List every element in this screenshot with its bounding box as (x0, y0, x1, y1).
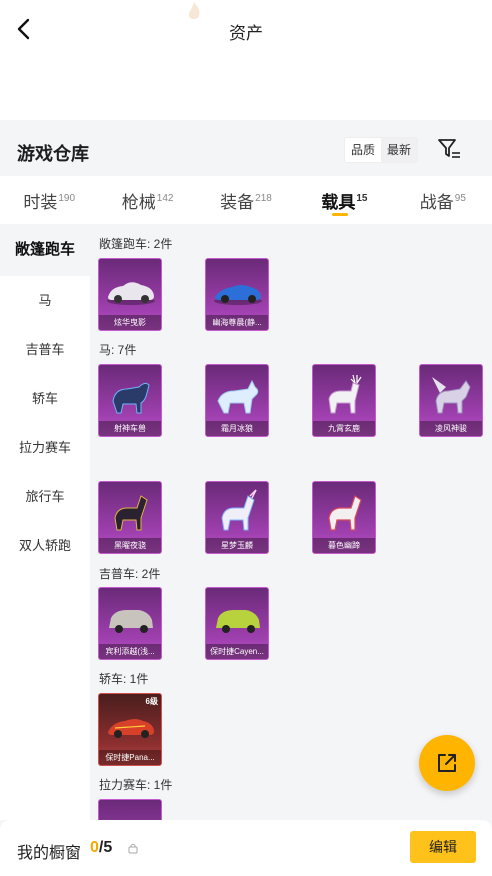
group-label-jeep: 吉普车: 2件 (99, 567, 161, 581)
sidebar-item-convertible[interactable]: 敞篷跑车 (0, 224, 90, 276)
item-card[interactable] (98, 799, 162, 820)
filter-icon (438, 139, 460, 158)
sidebar-item-horse[interactable]: 马 (0, 276, 90, 325)
car-blue-icon (214, 285, 262, 305)
item-card[interactable]: 九霄玄鹿 (312, 364, 376, 437)
sort-toggle: 品质 最新 (344, 137, 419, 163)
tab-count: 95 (454, 193, 466, 204)
sidebar-item-station-wagon[interactable]: 旅行车 (0, 472, 90, 521)
item-card[interactable]: 霜月冰狼 (205, 364, 269, 437)
unicorn-icon (221, 489, 257, 531)
tab-fashion[interactable]: 时装190 (0, 176, 98, 224)
tab-equipment[interactable]: 装备218 (197, 176, 295, 224)
item-name: 黑曜夜骁 (99, 538, 161, 553)
showcase-total: /5 (98, 839, 113, 856)
item-name: 暮色幽蹄 (313, 538, 375, 553)
tab-label: 战备 (419, 193, 454, 212)
item-card[interactable]: 暮色幽蹄 (312, 481, 376, 554)
suv-icon (109, 610, 153, 633)
item-name: 保时捷Pana... (99, 750, 161, 765)
beast-icon (112, 382, 150, 414)
tab-vehicles[interactable]: 载具15 (295, 176, 393, 224)
warehouse-title: 游戏仓库 (17, 144, 89, 164)
sort-quality-button[interactable]: 品质 (345, 138, 381, 162)
tab-count: 142 (156, 193, 174, 204)
group-label-convertible: 敞篷跑车: 2件 (99, 237, 173, 251)
tab-firearms[interactable]: 枪械142 (98, 176, 196, 224)
sidebar-item-coupe[interactable]: 双人轿跑 (0, 521, 90, 570)
item-name: 炫华曳影 (99, 315, 161, 330)
item-name: 霜月冰狼 (206, 421, 268, 436)
suv-icon (216, 610, 260, 633)
share-button[interactable] (419, 735, 475, 791)
lock-icon (128, 843, 138, 854)
pegasus-icon (432, 377, 471, 414)
item-card[interactable]: 保时捷Cayen... (205, 587, 269, 660)
deer-icon (328, 374, 362, 414)
item-name: 幽海尊晨(静... (206, 315, 268, 330)
group-label-rally-car: 拉力赛车: 1件 (99, 778, 173, 792)
sidebar-item-jeep[interactable]: 吉普车 (0, 325, 90, 374)
tab-label: 装备 (220, 193, 255, 212)
group-label-horse: 马: 7件 (99, 343, 137, 357)
item-card[interactable]: 射神车兽 (98, 364, 162, 437)
filter-button[interactable] (436, 136, 462, 162)
tab-label: 载具 (321, 193, 356, 212)
sidebar-item-rally-car[interactable]: 拉力赛车 (0, 423, 90, 472)
showcase-current: 0 (90, 839, 99, 856)
horse-icon (114, 495, 148, 531)
warehouse-header: 游戏仓库 (0, 120, 492, 176)
tab-label: 时装 (23, 193, 58, 212)
item-card[interactable]: 炫华曳影 (98, 258, 162, 331)
item-card[interactable]: 宾利添越(浅... (98, 587, 162, 660)
level-badge: 6级 (145, 697, 158, 706)
item-name: 九霄玄鹿 (313, 421, 375, 436)
sort-newest-button[interactable]: 最新 (381, 138, 418, 162)
tab-count: 190 (58, 193, 76, 204)
group-label-sedan: 轿车: 1件 (99, 672, 149, 686)
item-card[interactable]: 6级 保时捷Pana... (98, 693, 162, 766)
item-card[interactable]: 黑曜夜骁 (98, 481, 162, 554)
showcase-count: 0/5 (90, 839, 112, 857)
car-red-icon (108, 719, 154, 738)
tab-combat-supplies[interactable]: 战备95 (394, 176, 492, 224)
showcase-label: 我的橱窗 (17, 845, 82, 862)
tab-count: 218 (255, 193, 272, 204)
item-name: 射神车兽 (99, 421, 161, 436)
vehicle-grid: 敞篷跑车: 2件 炫华曳影 幽海尊晨(静... 马: 7件 射神车兽 霜月冰狼 … (90, 224, 492, 820)
item-name: 凌风神骏 (420, 421, 482, 436)
horse-icon (328, 495, 362, 531)
item-name: 宾利添越(浅... (99, 644, 161, 659)
wolf-icon (217, 379, 259, 414)
car-white-icon (107, 282, 155, 305)
edit-button[interactable]: 编辑 (410, 831, 476, 863)
sidebar-item-sedan[interactable]: 轿车 (0, 374, 90, 423)
item-name: 星梦玉麟 (206, 538, 268, 553)
tab-count: 15 (356, 193, 368, 204)
item-name: 保时捷Cayen... (206, 644, 268, 659)
page-title: 资产 (229, 24, 263, 43)
item-card[interactable]: 幽海尊晨(静... (205, 258, 269, 331)
share-icon (438, 754, 456, 772)
category-tabs: 时装190 枪械142 装备218 载具15 战备95 (0, 176, 492, 224)
tab-label: 枪械 (121, 193, 156, 212)
top-bar: 资产 (0, 0, 492, 58)
item-card[interactable]: 凌风神骏 (419, 364, 483, 437)
vehicle-type-sidebar: 敞篷跑车 马 吉普车 轿车 拉力赛车 旅行车 双人轿跑 (0, 224, 90, 820)
item-card[interactable]: 星梦玉麟 (205, 481, 269, 554)
header-spacer (0, 58, 492, 120)
